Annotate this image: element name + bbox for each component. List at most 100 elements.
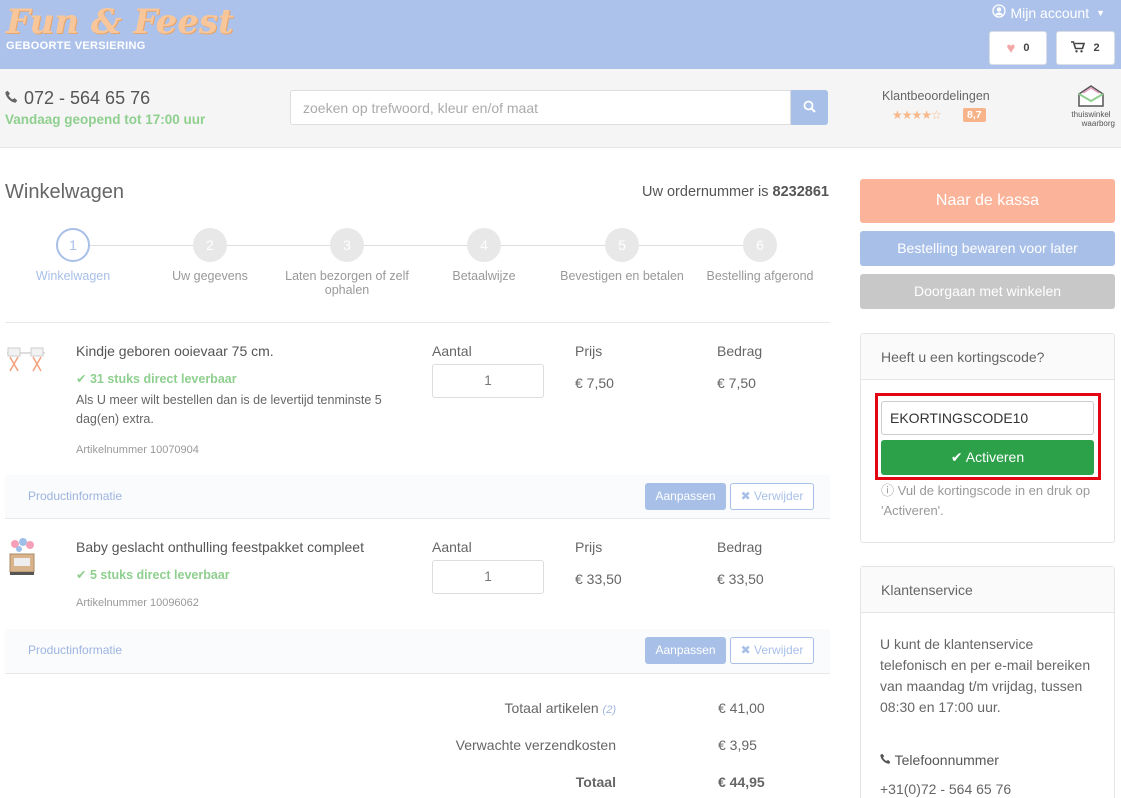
remove-label: Verwijder [754, 643, 804, 657]
step-5: 5 Bevestigen en betalen [554, 228, 690, 283]
step-4: 4 Betaalwijze [416, 228, 552, 283]
sub-header: 072 - 564 65 76 Vandaag geopend tot 17:0… [0, 69, 1121, 148]
check-icon: ✔ [76, 568, 87, 582]
thuiswinkel-logo-icon [1077, 85, 1105, 110]
save-order-button[interactable]: Bestelling bewaren voor later [860, 231, 1115, 266]
step-2: 2 Uw gegevens [142, 228, 278, 283]
caret-down-icon: ▼ [1096, 7, 1105, 18]
product-info-link[interactable]: Productinformatie [28, 489, 122, 503]
discount-code-input[interactable]: EKORTINGSCODE10 [881, 401, 1094, 435]
cart-count: 2 [1093, 42, 1100, 54]
step-label: Bevestigen en betalen [560, 269, 684, 283]
step-label: Uw gegevens [172, 269, 248, 283]
stock-status: ✔ 31 stuks direct leverbaar [76, 371, 237, 386]
step-6: 6 Bestelling afgerond [692, 228, 828, 283]
quantity-input[interactable]: 1 [432, 560, 544, 594]
account-menu[interactable]: Mijn account ▼ [992, 4, 1105, 21]
service-title: Klantenservice [861, 567, 1114, 613]
total-items-text: Totaal artikelen [504, 700, 599, 716]
article-number: Artikelnummer 10096062 [76, 597, 199, 609]
phone-icon [5, 88, 18, 109]
remove-button[interactable]: ✖ Verwijder [730, 483, 814, 510]
remove-button[interactable]: ✖ Verwijder [730, 637, 814, 664]
item-actions: Productinformatie Aanpassen ✖ Verwijder [5, 629, 830, 673]
site-logo[interactable]: Fun & Feest GEBOORTE VERSIERING [6, 2, 234, 52]
close-icon: ✖ [740, 489, 751, 503]
total-value: € 44,95 [718, 774, 765, 790]
step-label: Bestelling afgerond [706, 269, 814, 283]
heart-icon: ♥ [1006, 39, 1016, 57]
step-number: 2 [193, 228, 227, 262]
continue-shopping-button[interactable]: Doorgaan met winkelen [860, 274, 1115, 309]
step-label: Winkelwagen [35, 269, 111, 283]
product-name[interactable]: Baby geslacht onthulling feestpakket com… [76, 539, 364, 555]
logo-subtitle: GEBOORTE VERSIERING [6, 40, 146, 52]
stock-text: 5 stuks direct leverbaar [89, 568, 230, 582]
wishlist-count: 0 [1023, 42, 1030, 54]
check-icon: ✔ [76, 372, 87, 386]
product-image-party-package[interactable] [5, 537, 47, 579]
order-number: Uw ordernummer is 8232861 [642, 184, 829, 200]
divider [5, 673, 830, 674]
info-icon: ⓘ [881, 483, 895, 498]
total-items-value: € 41,00 [718, 700, 765, 716]
logo-text: Fun & Feest [6, 2, 234, 42]
thuiswinkel-badge[interactable]: thuiswinkel waarborg [1067, 84, 1115, 128]
total-label: Totaal [575, 774, 616, 790]
cart-item: Kindje geboren ooievaar 75 cm. ✔ 31 stuk… [5, 323, 830, 473]
wishlist-button[interactable]: ♥ 0 [989, 31, 1047, 65]
unit-price: € 33,50 [575, 571, 622, 587]
search-button[interactable] [791, 90, 828, 125]
phone-number: 072 - 564 65 76 [24, 88, 151, 108]
quantity-input[interactable]: 1 [432, 364, 544, 398]
account-label: Mijn account [1010, 4, 1090, 21]
step-number: 4 [467, 228, 501, 262]
order-prefix: Uw ordernummer is [642, 184, 769, 200]
waarborg-text: waarborg [1081, 119, 1115, 128]
activate-button[interactable]: ✔ Activeren [881, 440, 1094, 475]
step-number: 6 [743, 228, 777, 262]
price-header: Prijs [575, 539, 603, 555]
shipping-value: € 3,95 [718, 737, 757, 753]
delivery-note: Als U meer wilt bestellen dan is de leve… [76, 393, 382, 426]
stock-status: ✔ 5 stuks direct leverbaar [76, 567, 230, 582]
cart-item: Baby geslacht onthulling feestpakket com… [5, 519, 830, 629]
step-label: Laten bezorgen of zelf ophalen [285, 269, 409, 297]
order-number-value: 8232861 [772, 184, 829, 200]
top-header: Fun & Feest GEBOORTE VERSIERING Mijn acc… [0, 0, 1121, 69]
remove-label: Verwijder [754, 489, 804, 503]
rating-stars: ★★★★☆ [892, 108, 942, 122]
unit-price: € 7,50 [575, 375, 614, 391]
total-items-count: (2) [602, 704, 616, 716]
search-input[interactable] [290, 90, 791, 125]
cart-button[interactable]: 2 [1056, 31, 1115, 65]
step-3: 3 Laten bezorgen of zelf ophalen [279, 228, 415, 297]
opening-status: Vandaag geopend tot 17:00 uur [5, 112, 206, 127]
phone-heading-text: Telefoonnummer [894, 752, 999, 768]
product-image-stork[interactable] [5, 345, 47, 387]
price-header: Prijs [575, 343, 603, 359]
checkout-button[interactable]: Naar de kassa [860, 179, 1115, 223]
page-title: Winkelwagen [5, 181, 124, 203]
adjust-button[interactable]: Aanpassen [645, 483, 726, 510]
thuiswinkel-text: thuiswinkel [1071, 110, 1111, 119]
cart-icon [1071, 40, 1086, 56]
product-name[interactable]: Kindje geboren ooievaar 75 cm. [76, 343, 274, 359]
amount-header: Bedrag [717, 539, 763, 555]
reviews-label[interactable]: Klantbeoordelingen [882, 89, 990, 103]
product-info-link[interactable]: Productinformatie [28, 643, 122, 657]
step-number: 1 [56, 228, 90, 262]
step-number: 5 [605, 228, 639, 262]
service-phone[interactable]: +31(0)72 - 564 65 76 [880, 781, 1011, 797]
step-1[interactable]: 1 Winkelwagen [5, 228, 141, 283]
line-amount: € 7,50 [717, 375, 756, 391]
amount-header: Bedrag [717, 343, 763, 359]
stock-text: 31 stuks direct leverbaar [89, 372, 237, 386]
service-text: U kunt de klantenservice telefonisch en … [880, 636, 1091, 715]
phone-icon [880, 752, 895, 768]
adjust-button[interactable]: Aanpassen [645, 637, 726, 664]
step-number: 3 [330, 228, 364, 262]
search-icon [803, 100, 816, 116]
store-phone[interactable]: 072 - 564 65 76 [5, 88, 150, 109]
phone-heading: Telefoonnummer [880, 752, 999, 768]
